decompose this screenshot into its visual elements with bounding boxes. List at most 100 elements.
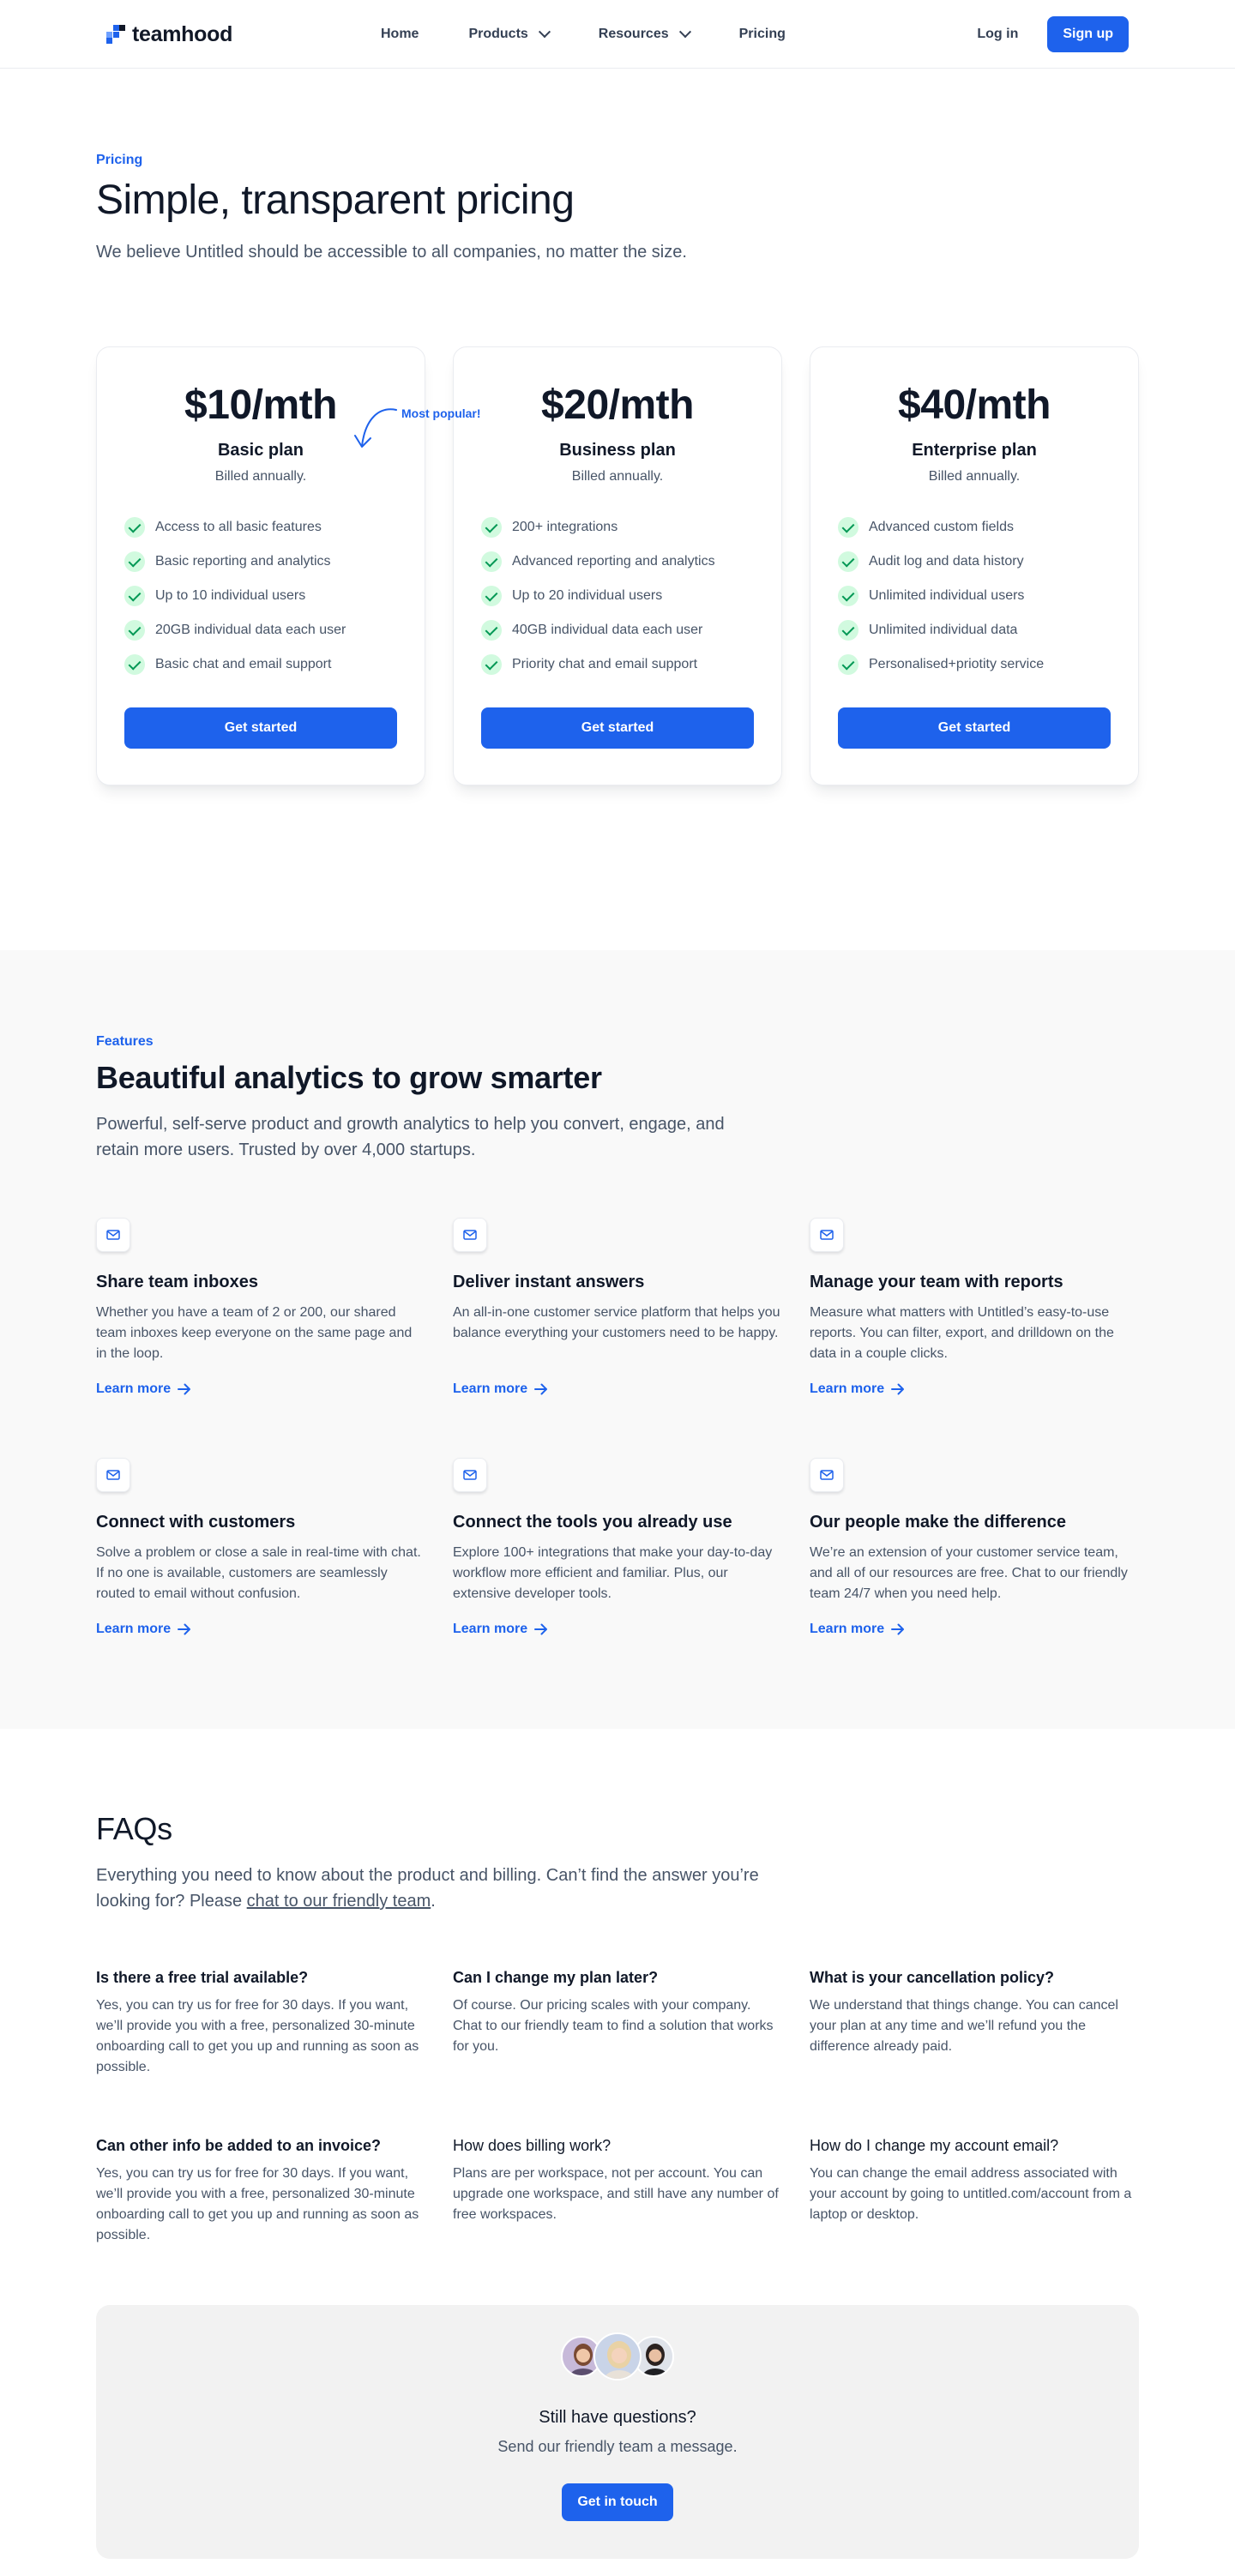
get-started-button[interactable]: Get started — [124, 707, 397, 749]
check-icon — [124, 620, 145, 641]
get-started-button[interactable]: Get started — [838, 707, 1111, 749]
plan-feature: Advanced reporting and analytics — [481, 545, 754, 579]
plan-features: Advanced custom fields Audit log and dat… — [838, 510, 1111, 682]
faq-item: Can other info be added to an invoice? Y… — [96, 2137, 425, 2264]
plan-features: Access to all basic features Basic repor… — [124, 510, 397, 682]
plan-feature: Up to 10 individual users — [124, 579, 397, 613]
learn-more-label: Learn more — [453, 1381, 528, 1396]
pricing-cards: $10/mth Basic plan Billed annually. Acce… — [96, 346, 1139, 785]
check-icon — [481, 586, 502, 606]
feature-desc: Measure what matters with Untitled’s eas… — [810, 1305, 1114, 1361]
get-in-touch-button[interactable]: Get in touch — [562, 2483, 673, 2521]
plan-feature-label: Basic reporting and analytics — [155, 554, 331, 569]
plan-feature-label: Basic chat and email support — [155, 657, 332, 671]
logo-text: teamhood — [132, 21, 233, 46]
plan-feature-label: Priority chat and email support — [512, 657, 698, 671]
faq-answer: You can change the email address associa… — [810, 2166, 1132, 2222]
feature-title: Our people make the difference — [810, 1513, 1066, 1532]
features-title: Beautiful analytics to grow smarter — [96, 1060, 602, 1095]
faq-grid: Is there a free trial available? Yes, yo… — [96, 1969, 1139, 2264]
contact-title: Still have questions? — [539, 2408, 696, 2427]
pricing-eyebrow: Pricing — [96, 153, 143, 167]
feature-item: Connect the tools you already use Explor… — [453, 1458, 782, 1643]
pricing-card-business: $20/mth Business plan Billed annually. 2… — [453, 346, 782, 785]
plan-feature: Basic chat and email support — [124, 647, 397, 682]
faq-item: Can I change my plan later? Of course. O… — [453, 1969, 782, 2096]
get-started-button[interactable]: Get started — [481, 707, 754, 749]
learn-more-label: Learn more — [810, 1381, 885, 1396]
faq-question: How does billing work? — [453, 2137, 611, 2154]
nav-resources-label: Resources — [598, 27, 669, 41]
plan-feature: Unlimited individual data — [838, 613, 1111, 647]
avatar — [593, 2332, 642, 2380]
faq-question: Is there a free trial available? — [96, 1969, 309, 1986]
signup-button[interactable]: Sign up — [1047, 16, 1129, 52]
page-title: Simple, transparent pricing — [96, 178, 575, 223]
plan-billing: Billed annually. — [928, 469, 1021, 484]
plan-feature: Priority chat and email support — [481, 647, 754, 682]
plan-feature-label: Access to all basic features — [155, 520, 322, 534]
plan-billing: Billed annually. — [571, 469, 664, 484]
learn-more-link[interactable]: Learn more — [96, 1381, 191, 1397]
features-eyebrow: Features — [96, 1034, 154, 1049]
plan-feature: Basic reporting and analytics — [124, 545, 397, 579]
nav-actions: Log in Sign up — [977, 16, 1129, 52]
feature-item: Manage your team with reports Measure wh… — [810, 1218, 1139, 1403]
pricing-subtitle: We believe Untitled should be accessible… — [96, 243, 687, 262]
nav-products-label: Products — [468, 27, 528, 41]
bottom-spacer — [96, 2559, 1139, 2576]
faq-question: Can other info be added to an invoice? — [96, 2137, 382, 2154]
plan-feature-label: Advanced reporting and analytics — [512, 554, 715, 569]
plan-feature-label: Up to 10 individual users — [155, 588, 306, 603]
curved-arrow-icon — [354, 408, 397, 448]
learn-more-link[interactable]: Learn more — [810, 1381, 905, 1397]
faq-item: How do I change my account email? You ca… — [810, 2137, 1139, 2264]
mail-icon — [453, 1218, 487, 1252]
faq-section: FAQs Everything you need to know about t… — [0, 1729, 1235, 2576]
nav-pricing[interactable]: Pricing — [739, 27, 786, 42]
arrow-right-icon — [178, 1383, 191, 1395]
most-popular-label: Most popular! — [401, 406, 481, 420]
faq-answer: Plans are per workspace, not per account… — [453, 2166, 779, 2222]
faq-answer: Of course. Our pricing scales with your … — [453, 1998, 774, 2054]
check-icon — [838, 517, 858, 538]
plan-price: $20/mth — [541, 382, 694, 428]
faq-answer: Yes, you can try us for free for 30 days… — [96, 1998, 419, 2074]
learn-more-link[interactable]: Learn more — [96, 1622, 191, 1637]
plan-feature: Unlimited individual users — [838, 579, 1111, 613]
feature-desc: Whether you have a team of 2 or 200, our… — [96, 1305, 413, 1361]
learn-more-link[interactable]: Learn more — [453, 1381, 548, 1397]
feature-title: Connect the tools you already use — [453, 1513, 732, 1532]
nav-products[interactable]: Products — [468, 26, 551, 42]
logo[interactable]: teamhood — [106, 22, 329, 47]
plan-feature-label: 40GB individual data each user — [512, 623, 703, 637]
plan-billing: Billed annually. — [214, 469, 307, 484]
mail-icon — [96, 1218, 130, 1252]
learn-more-link[interactable]: Learn more — [810, 1622, 905, 1637]
check-icon — [838, 551, 858, 572]
faq-item: What is your cancellation policy? We und… — [810, 1969, 1139, 2096]
mail-icon — [96, 1458, 130, 1492]
learn-more-link[interactable]: Learn more — [453, 1622, 548, 1637]
faq-item: Is there a free trial available? Yes, yo… — [96, 1969, 425, 2096]
plan-features: 200+ integrations Advanced reporting and… — [481, 510, 754, 682]
feature-desc: Explore 100+ integrations that make your… — [453, 1545, 773, 1601]
check-icon — [124, 551, 145, 572]
plan-feature: 40GB individual data each user — [481, 613, 754, 647]
learn-more-label: Learn more — [96, 1622, 172, 1636]
faq-answer: Yes, you can try us for free for 30 days… — [96, 2166, 419, 2242]
feature-title: Deliver instant answers — [453, 1273, 645, 1291]
learn-more-label: Learn more — [453, 1622, 528, 1636]
feature-item: Our people make the difference We’re an … — [810, 1458, 1139, 1643]
nav-resources[interactable]: Resources — [598, 26, 691, 42]
feature-title: Connect with customers — [96, 1513, 296, 1532]
contact-card: Still have questions? Send our friendly … — [96, 2305, 1139, 2559]
nav-home[interactable]: Home — [381, 27, 419, 42]
most-popular-callout: Most popular! — [353, 406, 481, 451]
check-icon — [481, 620, 502, 641]
arrow-right-icon — [178, 1623, 191, 1635]
chat-team-link[interactable]: chat to our friendly team — [247, 1892, 431, 1911]
login-link[interactable]: Log in — [977, 27, 1018, 42]
plan-feature-label: Personalised+priotity service — [869, 657, 1045, 671]
plan-name: Business plan — [559, 441, 676, 460]
